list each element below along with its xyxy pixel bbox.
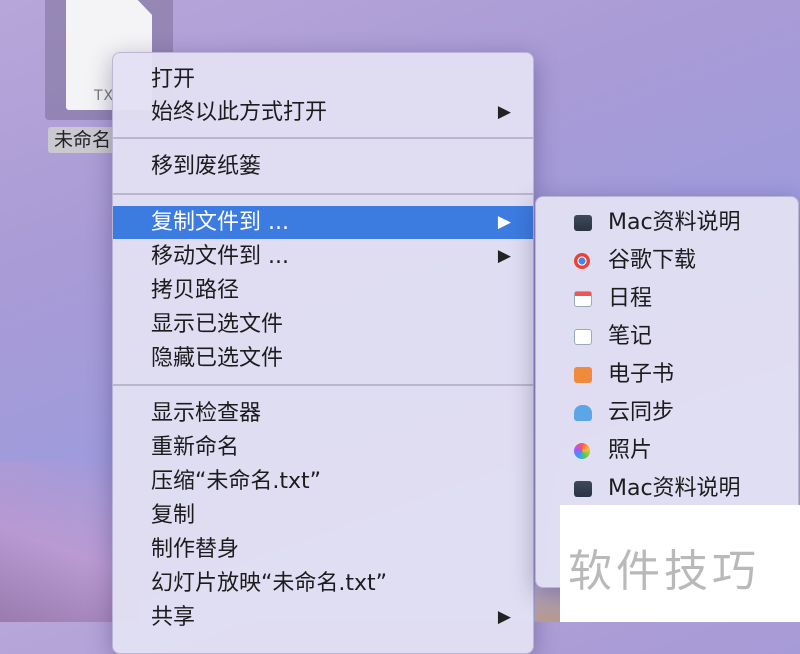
calendar-icon: [574, 291, 592, 307]
menu-item-compress[interactable]: 压缩“未命名.txt”: [113, 465, 533, 498]
context-menu: 打开 始终以此方式打开 ▶ 移到废纸篓 复制文件到 ... ▶ 移动文件到 ... ▶…: [112, 52, 534, 654]
submenu-item-schedule[interactable]: 日程: [536, 280, 798, 318]
cloud-icon: [574, 405, 592, 421]
chrome-icon: [574, 253, 590, 269]
submenu-item-mac-docs-2[interactable]: Mac资料说明: [536, 470, 798, 508]
desktop-file-name[interactable]: 未命名: [48, 127, 118, 153]
menu-item-show-inspector[interactable]: 显示检查器: [113, 397, 533, 430]
film-folder-icon: [574, 481, 592, 497]
submenu-item-ebooks[interactable]: 电子书: [536, 356, 798, 394]
menu-separator: [113, 384, 533, 386]
notes-icon: [574, 329, 592, 345]
menu-item-move-to-trash[interactable]: 移到废纸篓: [113, 150, 533, 183]
menu-item-open-with[interactable]: 始终以此方式打开 ▶: [113, 96, 533, 129]
photos-icon: [574, 443, 590, 459]
menu-separator: [113, 193, 533, 195]
menu-item-share[interactable]: 共享 ▶: [113, 601, 533, 634]
menu-item-rename[interactable]: 重新命名: [113, 431, 533, 464]
menu-item-show-selected[interactable]: 显示已选文件: [113, 308, 533, 341]
submenu-item-photos[interactable]: 照片: [536, 432, 798, 470]
menu-item-duplicate[interactable]: 复制: [113, 499, 533, 532]
watermark-text: 软件技巧: [568, 546, 760, 597]
submenu-item-chrome-downloads[interactable]: 谷歌下载: [536, 242, 798, 280]
submenu-item-mac-docs[interactable]: Mac资料说明: [536, 204, 798, 242]
submenu-item-notes[interactable]: 笔记: [536, 318, 798, 356]
watermark-panel: 软件技巧: [560, 505, 800, 622]
submenu-arrow-icon: ▶: [497, 607, 511, 627]
menu-item-move-file-to[interactable]: 移动文件到 ... ▶: [113, 240, 533, 273]
menu-item-make-alias[interactable]: 制作替身: [113, 533, 533, 566]
menu-item-copy-path[interactable]: 拷贝路径: [113, 274, 533, 307]
menu-item-open[interactable]: 打开: [113, 63, 533, 96]
desktop-wallpaper-strip: [535, 585, 560, 622]
books-icon: [574, 367, 592, 383]
menu-separator: [113, 137, 533, 139]
menu-item-copy-file-to[interactable]: 复制文件到 ... ▶: [113, 206, 533, 239]
submenu-item-cloud-sync[interactable]: 云同步: [536, 394, 798, 432]
submenu-arrow-icon: ▶: [497, 102, 511, 122]
submenu-arrow-icon: ▶: [497, 246, 511, 266]
film-folder-icon: [574, 215, 592, 231]
menu-item-slideshow[interactable]: 幻灯片放映“未命名.txt”: [113, 567, 533, 600]
submenu-arrow-icon: ▶: [497, 212, 511, 232]
menu-item-hide-selected[interactable]: 隐藏已选文件: [113, 342, 533, 375]
